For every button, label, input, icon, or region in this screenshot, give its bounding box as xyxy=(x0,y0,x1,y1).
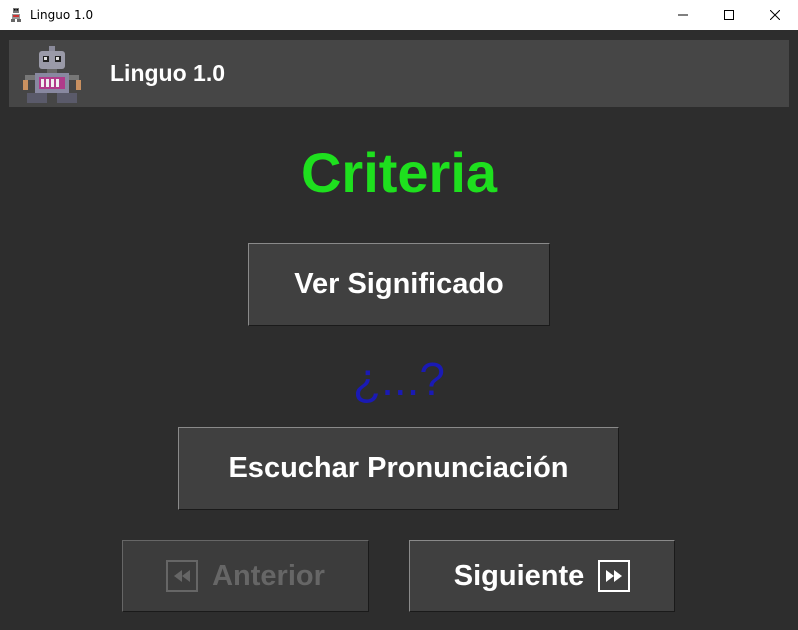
maximize-icon xyxy=(724,10,734,20)
close-icon xyxy=(770,10,780,20)
maximize-button[interactable] xyxy=(706,0,752,30)
next-label: Siguiente xyxy=(453,559,585,592)
header-title: Linguo 1.0 xyxy=(110,60,225,86)
robot-icon xyxy=(23,46,81,103)
fast-forward-icon xyxy=(598,560,631,592)
show-meaning-label: Ver Significado xyxy=(294,268,504,300)
current-word: Criteria xyxy=(300,141,498,204)
close-button[interactable] xyxy=(752,0,798,30)
meaning-text: ¿...? xyxy=(352,353,446,405)
rewind-icon xyxy=(166,560,199,592)
app-header: Linguo 1.0 xyxy=(9,40,789,107)
window-title: Linguo 1.0 xyxy=(30,8,94,22)
next-button[interactable]: Siguiente xyxy=(409,540,675,612)
title-bar[interactable]: Linguo 1.0 xyxy=(0,0,798,30)
previous-button[interactable]: Anterior xyxy=(122,540,369,612)
show-meaning-button[interactable]: Ver Significado xyxy=(248,243,550,326)
app-window: Linguo 1.0 Linguo 1.0 Criteria Ver Signi… xyxy=(0,0,798,630)
listen-pronunciation-label: Escuchar Pronunciación xyxy=(228,452,569,484)
window-controls xyxy=(660,0,798,30)
listen-pronunciation-button[interactable]: Escuchar Pronunciación xyxy=(178,427,619,510)
previous-label: Anterior xyxy=(212,559,325,592)
minimize-button[interactable] xyxy=(660,0,706,30)
minimize-icon xyxy=(678,14,688,16)
app-robot-icon xyxy=(11,8,21,22)
